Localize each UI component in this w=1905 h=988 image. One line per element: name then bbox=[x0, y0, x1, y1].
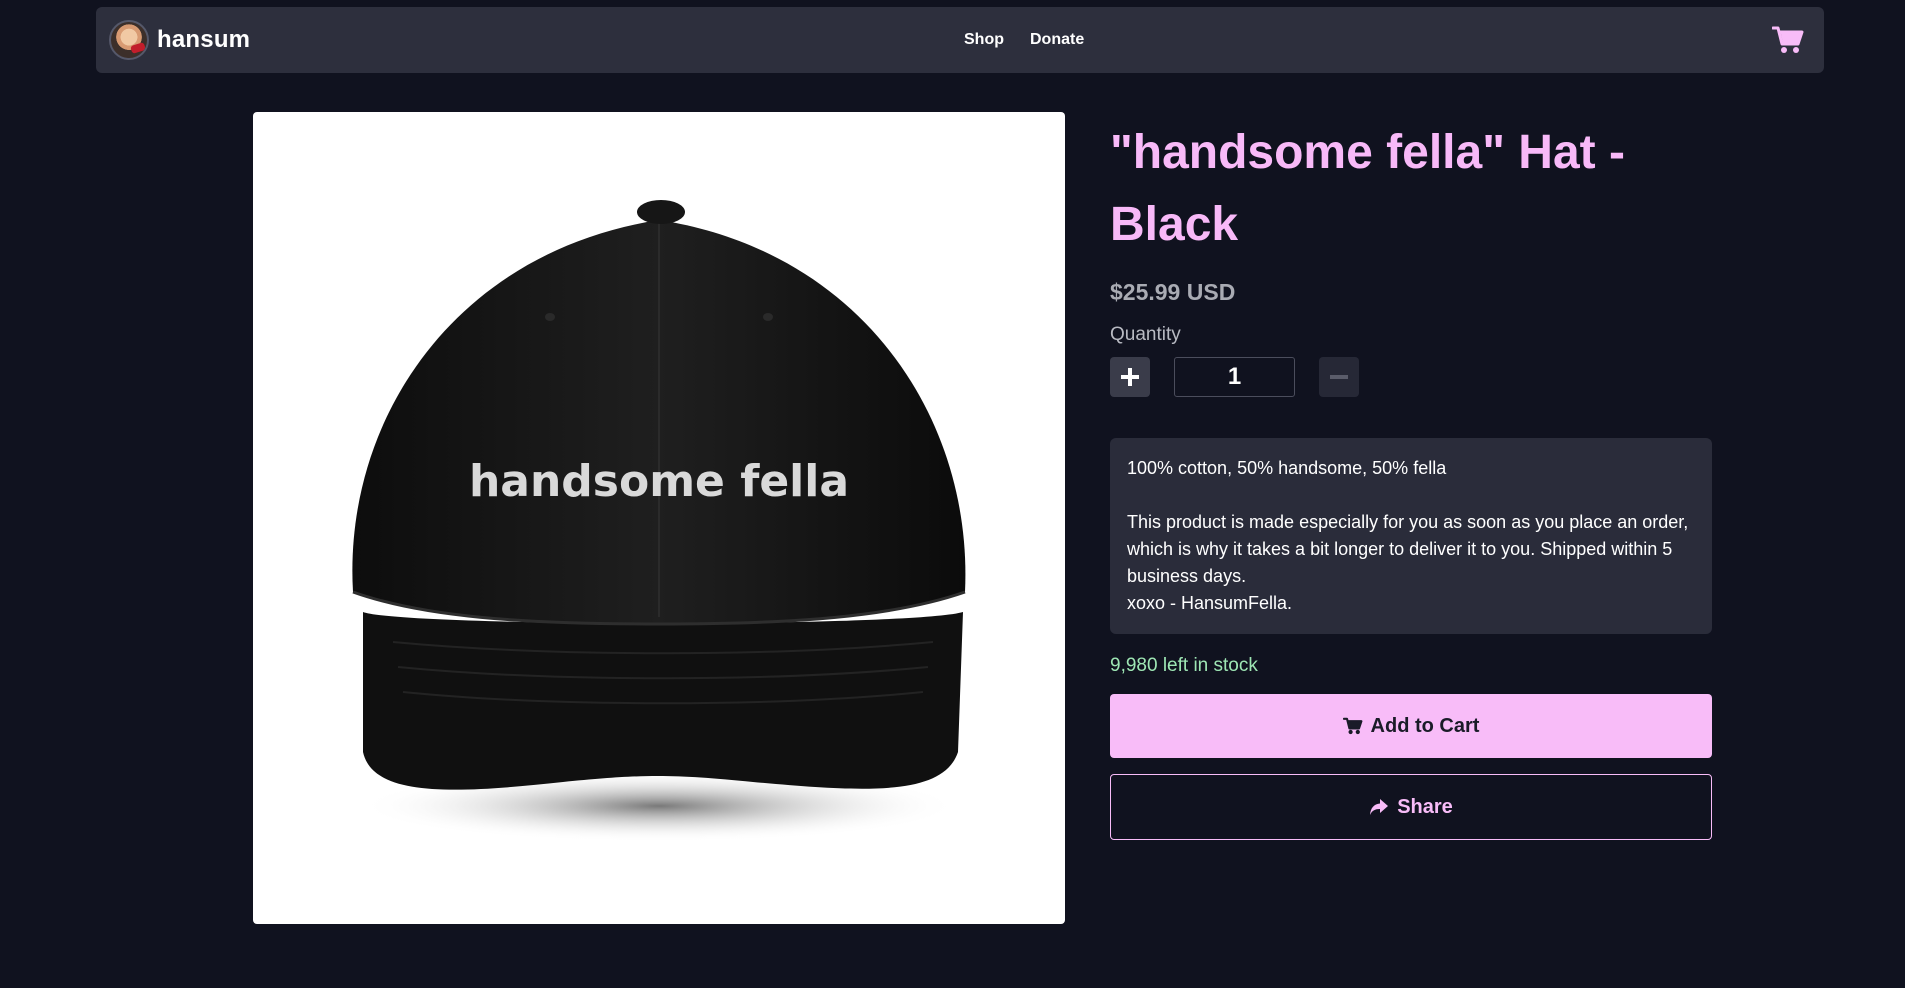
minus-icon bbox=[1330, 375, 1348, 379]
product-price: $25.99 USD bbox=[1110, 279, 1236, 305]
plus-icon bbox=[1121, 368, 1139, 386]
brand-name: hansum bbox=[157, 26, 251, 53]
nav-link-shop[interactable]: Shop bbox=[964, 31, 1004, 49]
quantity-label: Quantity bbox=[1110, 324, 1181, 345]
nav-link-donate[interactable]: Donate bbox=[1030, 31, 1084, 49]
quantity-input[interactable] bbox=[1174, 357, 1295, 397]
navbar: hansum Shop Donate bbox=[96, 7, 1824, 73]
increase-quantity-button[interactable] bbox=[1110, 357, 1150, 397]
description-line: This product is made especially for you … bbox=[1127, 512, 1689, 586]
product-image: handsome fella bbox=[253, 112, 1065, 924]
shopping-cart-icon bbox=[1771, 26, 1804, 53]
brand-link[interactable]: hansum bbox=[109, 20, 250, 60]
decrease-quantity-button[interactable] bbox=[1319, 357, 1359, 397]
hat-embroidery-text: handsome fella bbox=[469, 456, 849, 507]
add-to-cart-button[interactable]: Add to Cart bbox=[1110, 694, 1712, 758]
product-description: 100% cotton, 50% handsome, 50% fella Thi… bbox=[1110, 438, 1712, 634]
product-title: "handsome fella" Hat - Black bbox=[1110, 126, 1625, 251]
share-button[interactable]: Share bbox=[1110, 774, 1712, 840]
nav-links: Shop Donate bbox=[964, 7, 1084, 73]
description-line: 100% cotton, 50% handsome, 50% fella bbox=[1127, 458, 1447, 478]
hat-illustration: handsome fella bbox=[352, 200, 966, 842]
add-to-cart-label: Add to Cart bbox=[1370, 714, 1480, 737]
cart-button[interactable] bbox=[1771, 25, 1804, 55]
stock-status: 9,980 left in stock bbox=[1110, 655, 1258, 676]
avatar bbox=[109, 20, 149, 60]
share-icon bbox=[1370, 799, 1389, 815]
share-label: Share bbox=[1397, 795, 1453, 818]
product-info: "handsome fella" Hat - Black $25.99 USD … bbox=[1110, 112, 1712, 840]
shopping-cart-icon bbox=[1342, 717, 1362, 735]
quantity-stepper bbox=[1110, 357, 1712, 397]
description-line: xoxo - HansumFella. bbox=[1127, 593, 1293, 613]
